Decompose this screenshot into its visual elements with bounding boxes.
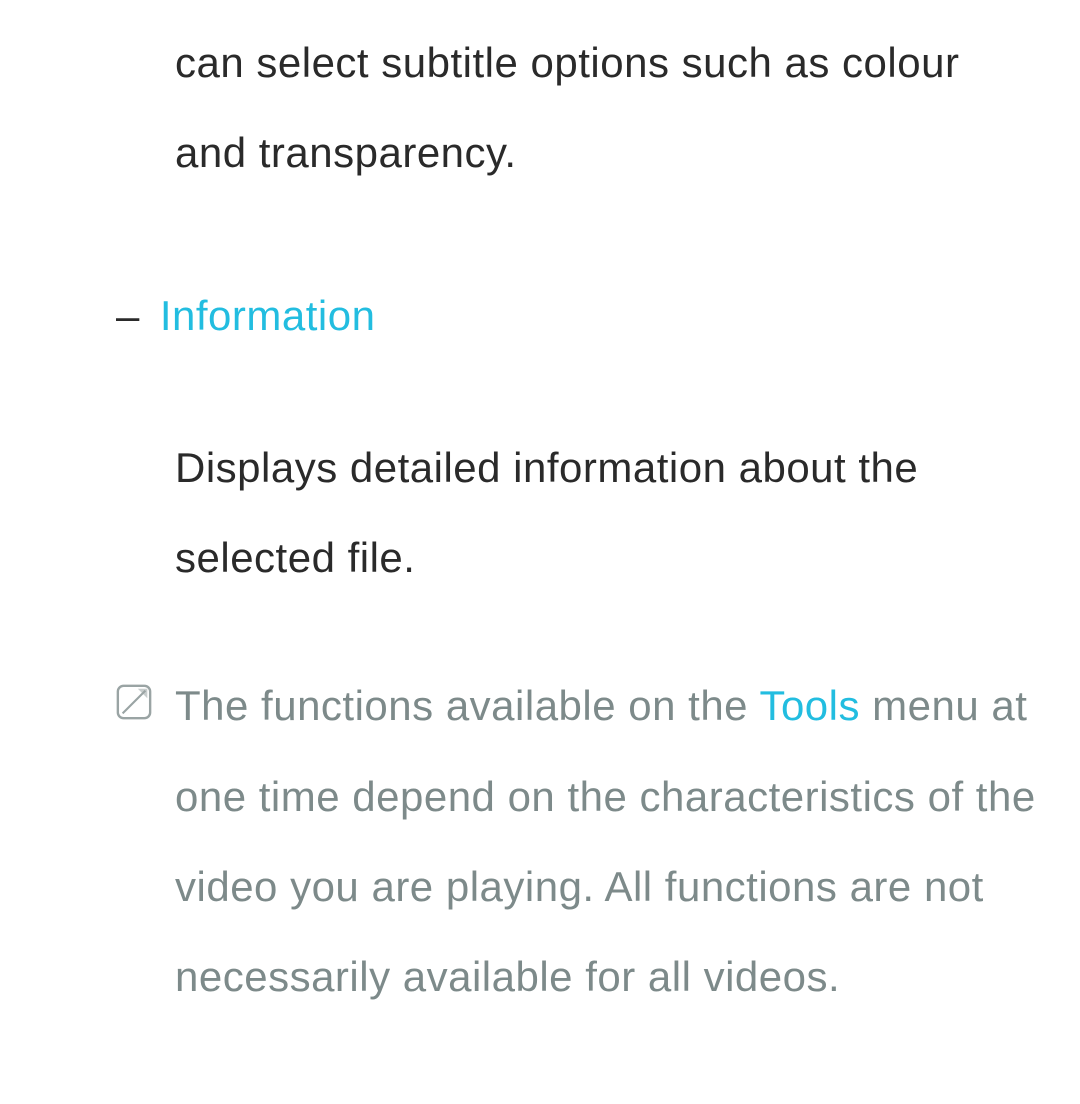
bullet-dash: – — [116, 271, 140, 361]
previous-item-continuation: can select subtitle options such as colo… — [175, 18, 1030, 199]
note-text-pre: The functions available on the — [175, 682, 759, 729]
note-text-post: menu at one time depend on the character… — [175, 682, 1036, 1000]
bullet-body-information: Displays detailed information about the … — [175, 423, 1030, 604]
note-icon — [115, 683, 153, 721]
note-highlight-tools: Tools — [759, 682, 860, 729]
note-text: The functions available on the Tools men… — [175, 661, 1040, 1022]
bullet-heading-information: Information — [160, 271, 376, 361]
note-block: The functions available on the Tools men… — [115, 661, 1040, 1022]
bullet-item-information: –Information — [116, 271, 1030, 361]
